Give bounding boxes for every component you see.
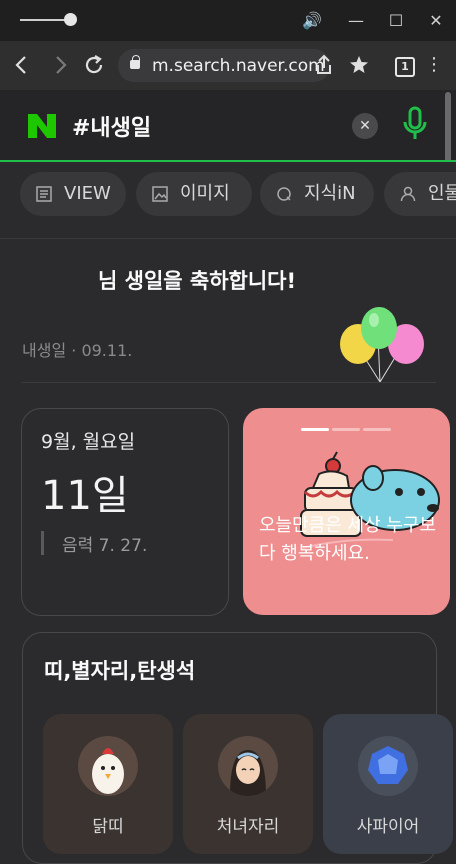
zodiac-label: 처녀자리 [216,817,280,837]
question-icon [277,187,291,201]
my-birthday-label: 내생일 [22,341,67,360]
image-icon [152,186,168,202]
tab-switcher-button[interactable]: 1 [395,57,415,77]
search-header [0,90,456,160]
balloons-illustration [334,300,430,386]
tab-person[interactable]: 인물 [384,172,456,216]
search-query[interactable]: #내생일 [72,110,151,142]
volume-icon[interactable]: 🔊 [300,9,324,33]
lunar-date: 음력 7. 27. [62,536,148,556]
carousel-indicator[interactable] [301,428,391,431]
zodiac-item-rooster[interactable]: 닭띠 [43,714,173,854]
reload-icon[interactable] [82,53,106,77]
document-icon [36,186,52,202]
zodiac-label: 사파이어 [356,817,420,837]
zodiac-item-sapphire[interactable]: 사파이어 [323,714,453,854]
virgo-icon [218,736,278,796]
date-card[interactable]: 9월, 월요일 11일 음력 7. 27. [21,408,229,616]
search-tabs: VIEW 이미지 지식iN 인물 [0,162,456,239]
close-window-icon[interactable]: ✕ [424,9,448,33]
url-text: m.search.naver.com [152,56,325,76]
tab-view[interactable]: VIEW [20,172,126,216]
carousel-dot[interactable] [332,428,360,431]
rooster-icon [78,736,138,796]
month-weekday: 9월, 월요일 [41,431,136,453]
carousel-dot[interactable] [363,428,391,431]
media-progress-knob[interactable] [64,13,77,26]
section-divider [22,382,436,383]
lock-icon [130,55,140,69]
birthday-subline: 내생일 · 09.11. [22,337,132,361]
more-menu-icon[interactable]: ⋮ [422,53,446,77]
window-title-bar: 🔊 — ☐ ✕ [0,0,456,41]
greeting-message: 오늘만큼은 세상 누구보다 행복하세요. [259,515,437,564]
naver-logo[interactable] [26,112,58,140]
sapphire-icon [358,736,418,796]
zodiac-title: 띠,별자리,탄생석 [44,659,196,683]
tab-knowledge-in[interactable]: 지식iN [260,172,374,216]
greeting-image-card[interactable]: 오늘만큼은 세상 누구보다 행복하세요. [243,408,450,615]
birthday-headline: 님 생일을 축하합니다! [98,269,297,293]
back-icon[interactable] [10,53,34,77]
lunar-bar [41,531,44,555]
media-progress-track[interactable] [20,19,70,21]
microphone-icon[interactable] [402,106,428,142]
zodiac-card: 띠,별자리,탄생석 닭띠 처녀자리 사파이어 [22,632,453,864]
zodiac-label: 닭띠 [92,817,124,837]
birthday-date: · 09.11. [71,341,133,360]
clear-search-button[interactable]: ✕ [352,113,378,139]
zodiac-item-virgo[interactable]: 처녀자리 [183,714,313,854]
day-number: 11일 [41,473,129,519]
url-bar[interactable]: m.search.naver.com [118,49,330,82]
tab-images[interactable]: 이미지 [136,172,252,216]
person-icon [400,186,416,202]
share-icon[interactable] [312,53,336,77]
carousel-dot[interactable] [301,428,329,431]
favorites-icon[interactable] [348,53,372,77]
minimize-icon[interactable]: — [344,9,368,33]
forward-icon[interactable] [48,53,72,77]
maximize-icon[interactable]: ☐ [384,9,408,33]
browser-toolbar: m.search.naver.com 1 ⋮ [0,41,456,91]
